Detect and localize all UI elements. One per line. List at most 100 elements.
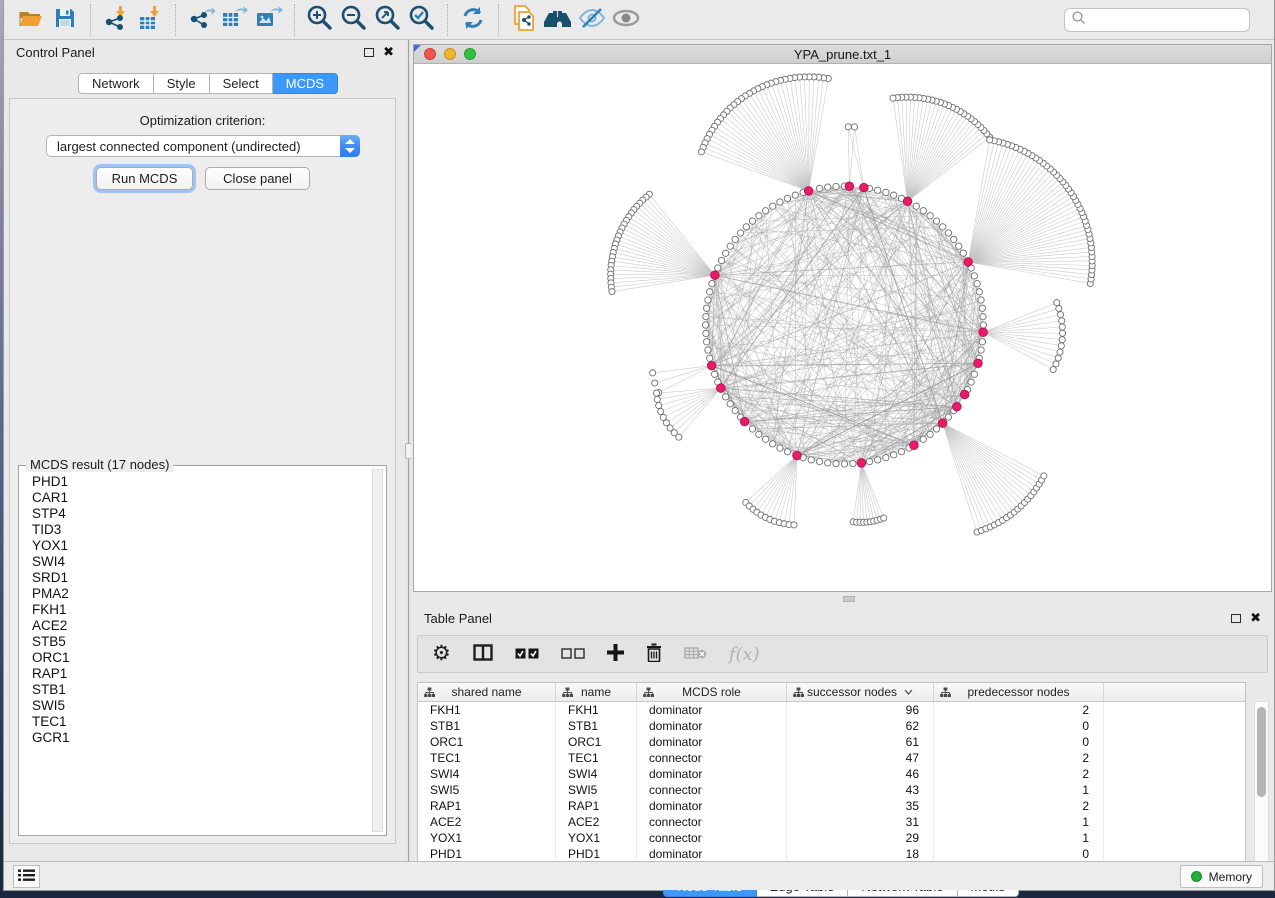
table-cell: 2 <box>934 766 1104 782</box>
unchecked-boxes-icon <box>561 647 585 662</box>
mcds-result-item[interactable]: GCR1 <box>32 730 370 746</box>
network-frame-titlebar[interactable]: YPA_prune.txt_1 <box>414 45 1271 64</box>
run-mcds-button[interactable]: Run MCDS <box>96 167 193 190</box>
mcds-result-scrollbar[interactable] <box>372 469 383 832</box>
close-table-panel-icon[interactable]: ✖ <box>1250 613 1261 623</box>
duplicate-network-button[interactable] <box>507 4 541 36</box>
column-label: shared name <box>451 685 521 699</box>
import-network-button[interactable] <box>99 4 133 36</box>
show-all-button[interactable] <box>609 4 643 36</box>
mcds-result-item[interactable]: TID3 <box>32 522 370 538</box>
table-row[interactable]: SWI5SWI5connector431 <box>418 782 1245 798</box>
memory-button[interactable]: Memory <box>1180 865 1263 888</box>
close-panel-button[interactable]: Close panel <box>205 167 310 190</box>
float-table-panel-icon[interactable] <box>1231 614 1241 623</box>
table-row[interactable]: FKH1FKH1dominator962 <box>418 702 1245 718</box>
task-history-button[interactable] <box>13 865 40 888</box>
table-cell: 1 <box>934 814 1104 830</box>
table-row[interactable]: RAP1RAP1dominator352 <box>418 798 1245 814</box>
mcds-result-list: PHD1CAR1STP4TID3YOX1SWI4SRD1PMA2FKH1ACE2… <box>19 474 370 833</box>
mcds-result-item[interactable]: SWI5 <box>32 698 370 714</box>
save-floppy-icon <box>53 6 77 33</box>
mcds-result-item[interactable]: SRD1 <box>32 570 370 586</box>
export-table-button[interactable] <box>218 4 252 36</box>
tab-select[interactable]: Select <box>210 73 273 94</box>
table-cell-filler <box>1104 734 1245 750</box>
delete-table-button[interactable] <box>684 639 707 669</box>
mcds-result-item[interactable]: YOX1 <box>32 538 370 554</box>
network-graph <box>414 64 1271 591</box>
open-file-button[interactable] <box>14 4 48 36</box>
table-scrollbar[interactable] <box>1254 701 1269 874</box>
apply-layout-button[interactable] <box>456 4 490 36</box>
horizontal-splitter-handle[interactable] <box>843 596 855 602</box>
tab-style[interactable]: Style <box>154 73 210 94</box>
table-cell: PHD1 <box>556 846 637 862</box>
table-row[interactable]: YOX1YOX1connector291 <box>418 830 1245 846</box>
zoom-out-button[interactable] <box>337 4 371 36</box>
column-header-mcds-role[interactable]: MCDS role <box>637 683 787 701</box>
column-header-name[interactable]: name <box>556 683 637 701</box>
split-columns-icon <box>473 644 493 664</box>
mcds-result-item[interactable]: ACE2 <box>32 618 370 634</box>
eye-icon <box>611 7 641 32</box>
mcds-result-item[interactable]: TEC1 <box>32 714 370 730</box>
function-builder-button[interactable]: f(x) <box>729 639 760 669</box>
mcds-result-item[interactable]: PHD1 <box>32 474 370 490</box>
control-panel-title: Control Panel <box>16 45 95 60</box>
zoom-in-button[interactable] <box>303 4 337 36</box>
tab-network[interactable]: Network <box>78 73 154 94</box>
table-row[interactable]: STB1STB1dominator620 <box>418 718 1245 734</box>
save-session-button[interactable] <box>48 4 82 36</box>
select-all-button[interactable] <box>515 639 539 669</box>
mcds-result-item[interactable]: STB5 <box>32 634 370 650</box>
mcds-result-item[interactable]: FKH1 <box>32 602 370 618</box>
mcds-result-item[interactable]: PMA2 <box>32 586 370 602</box>
table-scrollbar-thumb[interactable] <box>1257 707 1266 797</box>
table-cell: connector <box>637 830 787 846</box>
deselect-all-button[interactable] <box>561 639 585 669</box>
criterion-dropdown[interactable]: largest connected component (undirected) <box>46 135 360 157</box>
table-cell: 2 <box>934 702 1104 718</box>
table-cell: ORC1 <box>418 734 556 750</box>
table-row[interactable]: ACE2ACE2connector311 <box>418 814 1245 830</box>
table-row[interactable]: SWI4SWI4dominator462 <box>418 766 1245 782</box>
table-cell: FKH1 <box>556 702 637 718</box>
export-image-button[interactable] <box>252 4 286 36</box>
float-panel-icon[interactable] <box>364 48 374 57</box>
column-header-shared-name[interactable]: shared name <box>418 683 556 701</box>
zoom-fit-button[interactable] <box>371 4 405 36</box>
add-column-button[interactable] <box>607 639 624 669</box>
column-settings-button[interactable]: ⚙ <box>432 639 451 669</box>
search-field <box>1064 8 1250 32</box>
gear-icon: ⚙ <box>432 643 451 665</box>
mcds-result-item[interactable]: STP4 <box>32 506 370 522</box>
criterion-value: largest connected component (undirected) <box>47 139 340 154</box>
zoom-in-icon <box>306 4 334 35</box>
first-neighbors-button[interactable] <box>541 4 575 36</box>
import-table-button[interactable] <box>133 4 167 36</box>
table-row[interactable]: TEC1TEC1connector472 <box>418 750 1245 766</box>
export-network-button[interactable] <box>184 4 218 36</box>
tab-mcds[interactable]: MCDS <box>273 73 338 94</box>
sort-chevron-icon[interactable] <box>904 689 913 695</box>
table-cell: TEC1 <box>418 750 556 766</box>
table-row[interactable]: ORC1ORC1dominator610 <box>418 734 1245 750</box>
attribute-type-icon <box>940 687 951 701</box>
split-panel-button[interactable] <box>473 639 493 669</box>
mcds-result-item[interactable]: STB1 <box>32 682 370 698</box>
network-canvas[interactable] <box>414 64 1271 591</box>
zoom-selected-button[interactable] <box>405 4 439 36</box>
delete-column-button[interactable] <box>646 639 662 669</box>
checked-boxes-icon <box>515 647 539 662</box>
column-header-successor-nodes[interactable]: successor nodes <box>787 683 934 701</box>
mcds-result-item[interactable]: ORC1 <box>32 650 370 666</box>
mcds-result-item[interactable]: CAR1 <box>32 490 370 506</box>
column-header-predecessor-nodes[interactable]: predecessor nodes <box>934 683 1104 701</box>
search-input[interactable] <box>1087 13 1243 27</box>
table-row[interactable]: PHD1PHD1dominator180 <box>418 846 1245 862</box>
close-panel-icon[interactable]: ✖ <box>383 47 394 57</box>
hide-selected-button[interactable] <box>575 4 609 36</box>
mcds-result-item[interactable]: RAP1 <box>32 666 370 682</box>
mcds-result-item[interactable]: SWI4 <box>32 554 370 570</box>
